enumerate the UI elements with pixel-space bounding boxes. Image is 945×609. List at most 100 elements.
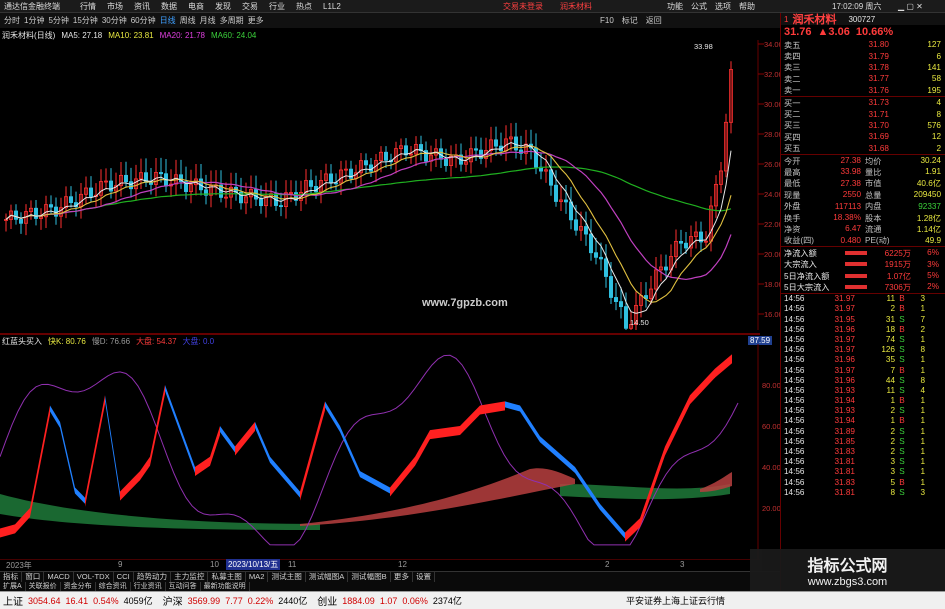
ribbon-seg-25 (430, 426, 460, 440)
extension-tab-4[interactable]: 行业资讯 (131, 581, 166, 592)
extension-tab-0[interactable]: 扩展A (0, 581, 26, 592)
extension-tab-2[interactable]: 资金分布 (61, 581, 96, 592)
candle-body-24 (124, 174, 129, 183)
indicator-chart[interactable]: 80.00 60.00 40.00 20.00 (0, 344, 780, 559)
menu-item-0[interactable]: 行情 (80, 1, 96, 12)
period-6[interactable]: 日线 (160, 15, 176, 26)
indicator-tab-9[interactable]: 测试主图 (268, 572, 306, 582)
tick-count-9: 4 (920, 385, 925, 395)
status-pct-1: 0.22% (247, 595, 274, 606)
indicator-tab-6[interactable]: 主力监控 (171, 572, 209, 582)
period-8[interactable]: 月线 (200, 15, 216, 26)
flow-p-1: 3% (927, 259, 939, 269)
indicator-tab-1[interactable]: 窗口 (22, 572, 45, 582)
extension-tab-6[interactable]: 最新功能说明 (201, 581, 250, 592)
tick-time-4: 14:56 (784, 334, 805, 344)
tick-price-0: 31.97 (834, 294, 856, 304)
tick-side-8: S (899, 375, 905, 385)
ribbon-seg-22 (360, 471, 390, 494)
tick-count-3: 2 (920, 324, 925, 334)
extension-tab-1[interactable]: 关联报价 (26, 581, 61, 592)
bid-row-4: 买五 31.68 2 (781, 143, 945, 154)
indicator-tab-11[interactable]: 测试幅图B (348, 572, 391, 582)
ask-row-0-price: 31.80 (868, 40, 890, 50)
right-menu-0[interactable]: 功能 (667, 1, 683, 12)
indicator-tab-7[interactable]: 私募主图 (208, 572, 246, 582)
header-tool-1[interactable]: 标记 (622, 15, 638, 26)
window-controls[interactable]: ▁ ▢ ✕ (898, 2, 923, 11)
status-chg-0: 16.41 (65, 595, 89, 606)
tick-price-13: 31.89 (834, 426, 856, 436)
right-menu-3[interactable]: 帮助 (739, 1, 755, 12)
period-9[interactable]: 多周期 (220, 15, 244, 26)
indicator-tab-12[interactable]: 更多 (391, 572, 413, 582)
kline-chart[interactable]: 34.00 32.00 30.00 28.00 26.00 24.00 22.00 20.00… (0, 40, 780, 330)
bid-row-0-vol: 4 (936, 98, 941, 108)
menu-item-1[interactable]: 市场 (107, 1, 123, 12)
period-2[interactable]: 5分钟 (48, 15, 68, 26)
flow-p-0: 6% (927, 248, 939, 258)
indicator-tab-2[interactable]: MACD (44, 572, 74, 582)
ribbon-seg-16 (235, 421, 255, 456)
indicator-green-band (0, 484, 730, 530)
tick-list: 14:56 31.97 11 B 3 14:56 31.97 2 B 1 14:56 31.95 31 S… (781, 294, 945, 498)
period-5[interactable]: 60分钟 (131, 15, 156, 26)
tick-vol-8: 44 (885, 375, 895, 385)
stat-k2-1: 量比 (865, 168, 882, 177)
menu-item-4[interactable]: 电商 (188, 1, 204, 12)
candle-body-110 (554, 184, 559, 202)
period-10[interactable]: 更多 (248, 15, 264, 26)
indicator-tab-8[interactable]: MA2 (246, 572, 269, 582)
period-3[interactable]: 15分钟 (73, 15, 98, 26)
app-title: 通达信金融终端 (4, 1, 60, 11)
tick-row-10: 14:56 31.94 1 B 1 (781, 395, 945, 405)
indicator-tab-10[interactable]: 测试幅图A (306, 572, 349, 582)
ask-row-3-label: 卖二 (784, 74, 801, 84)
period-4[interactable]: 30分钟 (102, 15, 127, 26)
header-tool-2[interactable]: 返回 (646, 15, 662, 26)
tick-price-16: 31.81 (834, 457, 856, 467)
indicator-tab-5[interactable]: 趋势动力 (134, 572, 172, 582)
stock-tab[interactable]: 润禾材料 (560, 1, 592, 12)
tick-row-3: 14:56 31.96 18 B 2 (781, 324, 945, 334)
extension-tab-5[interactable]: 互动问答 (166, 581, 201, 592)
candle-body-135 (679, 241, 684, 244)
period-1[interactable]: 1分钟 (24, 15, 44, 26)
tick-count-0: 3 (920, 294, 925, 304)
menu-item-2[interactable]: 资讯 (134, 1, 150, 12)
ribbon-seg-21 (340, 426, 360, 478)
period-7[interactable]: 周线 (180, 15, 196, 26)
price-label-2: 30.00 (764, 100, 780, 109)
period-0[interactable]: 分时 (4, 15, 20, 26)
ask-row-0: 卖五 31.80 127 (781, 39, 945, 50)
ribbon-seg-28 (505, 401, 520, 412)
ask-row-3-price: 31.77 (868, 74, 890, 84)
indicator-tab-3[interactable]: VOL-TDX (74, 572, 114, 582)
indicator-tab-13[interactable]: 设置 (413, 572, 436, 582)
status-pct-0: 0.54% (93, 595, 119, 606)
indicator-tab-0[interactable]: 指标 (0, 572, 23, 582)
bid-row-4-vol: 2 (936, 143, 941, 153)
tick-vol-9: 11 (886, 385, 896, 395)
stat-row-2: 最低 27.38 市值 40.6亿 (781, 178, 945, 189)
price-label-0: 34.00 (764, 40, 780, 49)
extension-tab-3[interactable]: 综合资讯 (96, 581, 131, 592)
menu-item-8[interactable]: 热点 (296, 1, 312, 12)
menu-item-3[interactable]: 数据 (161, 1, 177, 12)
login-status[interactable]: 交易未登录 (503, 1, 543, 12)
menu-item-5[interactable]: 发现 (215, 1, 231, 12)
tick-vol-17: 3 (890, 467, 895, 477)
menu-item-7[interactable]: 行业 (269, 1, 285, 12)
stats-table: 今开 27.38 均价 30.24 最高 33.98 量比 1.91 最低 27.38 市值 40.6… (781, 155, 945, 246)
flow-v-0: 6225万 (884, 248, 911, 258)
menu-item-9[interactable]: L1L2 (323, 2, 341, 11)
tick-count-7: 1 (920, 365, 925, 375)
right-menu-1[interactable]: 公式 (691, 1, 707, 12)
right-menu-2[interactable]: 选项 (715, 1, 731, 12)
menu-item-6[interactable]: 交易 (242, 1, 258, 12)
indicator-tab-4[interactable]: CCI (114, 572, 134, 582)
stat-v2-1: 1.91 (925, 167, 941, 177)
ind-label-2: 40.00 (762, 463, 780, 472)
ribbon-seg-2 (30, 405, 50, 517)
header-tool-0[interactable]: F10 (600, 16, 614, 25)
